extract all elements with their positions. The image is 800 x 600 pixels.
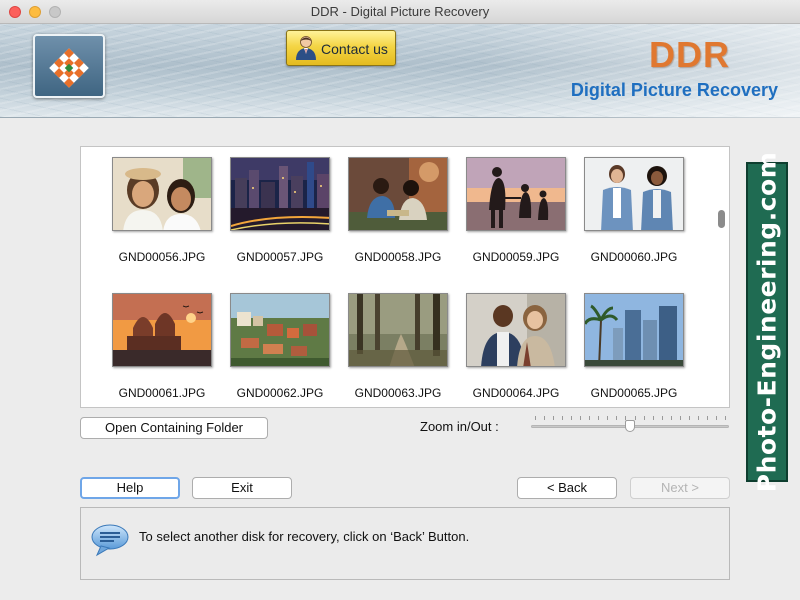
watermark-text: Photo-Engineering.com xyxy=(752,151,782,493)
zoom-slider-tick xyxy=(580,416,581,420)
zoom-slider[interactable] xyxy=(531,414,729,436)
zoom-slider-tick xyxy=(653,416,654,420)
thumbnail-gnd00062[interactable] xyxy=(230,293,330,367)
thumbnail-gnd00057[interactable] xyxy=(230,157,330,231)
thumbnail-gnd00058[interactable] xyxy=(348,157,448,231)
thumbnail-filename: GND00059.JPG xyxy=(472,250,560,264)
photo-city-night xyxy=(231,158,329,230)
zoom-slider-tick xyxy=(644,416,645,420)
zoom-slider-tick xyxy=(607,416,608,420)
thumbnail-filename: GND00061.JPG xyxy=(118,386,206,400)
zoom-slider-tick xyxy=(698,416,699,420)
zoom-slider-tick xyxy=(635,416,636,420)
photo-palace-sunset xyxy=(113,294,211,366)
zoom-slider-tick xyxy=(562,416,563,420)
header-banner: Contact us DDR Digital Picture Recovery xyxy=(0,24,800,118)
zoom-slider-tick xyxy=(544,416,545,420)
status-message: To select another disk for recovery, cli… xyxy=(139,529,470,544)
recovered-photos-gallery[interactable]: GND00056.JPG GND00057.JPG GND00058.JPG G… xyxy=(80,146,730,408)
thumbnail-gnd00059[interactable] xyxy=(466,157,566,231)
zoom-slider-tick xyxy=(671,416,672,420)
photo-two-women-denim xyxy=(585,158,683,230)
thumbnail-gnd00063[interactable] xyxy=(348,293,448,367)
watermark-banner: Photo-Engineering.com xyxy=(746,152,788,492)
zoom-slider-tick xyxy=(689,416,690,420)
zoom-label: Zoom in/Out : xyxy=(420,419,499,434)
photo-smiling-couple xyxy=(467,294,565,366)
help-button[interactable]: Help xyxy=(80,477,180,499)
photo-old-town-landscape xyxy=(231,294,329,366)
zoom-slider-tick xyxy=(725,416,726,420)
checker-diamond-icon xyxy=(49,48,89,88)
zoom-slider-tick xyxy=(589,416,590,420)
thumbnail-gnd00060[interactable] xyxy=(584,157,684,231)
thumbnail-filename: GND00057.JPG xyxy=(236,250,324,264)
thumbnail-filename: GND00062.JPG xyxy=(236,386,324,400)
exit-button[interactable]: Exit xyxy=(192,477,292,499)
next-button: Next > xyxy=(630,477,730,499)
zoom-slider-tick xyxy=(553,416,554,420)
zoom-slider-tick xyxy=(680,416,681,420)
zoom-slider-tick xyxy=(707,416,708,420)
zoom-slider-tick xyxy=(535,416,536,420)
thumbnail-filename: GND00065.JPG xyxy=(590,386,678,400)
open-containing-folder-button[interactable]: Open Containing Folder xyxy=(80,417,268,439)
status-panel: To select another disk for recovery, cli… xyxy=(80,507,730,580)
person-icon xyxy=(296,36,316,60)
thumbnail-gnd00064[interactable] xyxy=(466,293,566,367)
photo-sunset-family-silhouette xyxy=(467,158,565,230)
photo-two-women-selfie xyxy=(113,158,211,230)
contact-us-button[interactable]: Contact us xyxy=(286,30,396,66)
brand-logo: DDR xyxy=(649,34,730,75)
speech-bubble-icon xyxy=(91,524,129,557)
photo-skyscrapers-palms xyxy=(585,294,683,366)
thumbnail-filename: GND00060.JPG xyxy=(590,250,678,264)
thumbnail-gnd00056[interactable] xyxy=(112,157,212,231)
photo-couple-picnic xyxy=(349,158,447,230)
zoom-slider-tick xyxy=(716,416,717,420)
app-logo xyxy=(33,34,105,98)
thumbnail-filename: GND00063.JPG xyxy=(354,386,442,400)
window-title: DDR - Digital Picture Recovery xyxy=(310,4,490,19)
title-bar: DDR - Digital Picture Recovery xyxy=(0,0,800,24)
contact-us-label: Contact us xyxy=(321,41,388,57)
zoom-slider-tick xyxy=(616,416,617,420)
back-button[interactable]: < Back xyxy=(517,477,617,499)
zoom-slider-tick xyxy=(598,416,599,420)
zoom-slider-tick xyxy=(571,416,572,420)
thumbnail-filename: GND00058.JPG xyxy=(354,250,442,264)
thumbnail-gnd00065[interactable] xyxy=(584,293,684,367)
photo-forest-path xyxy=(349,294,447,366)
zoom-slider-tick xyxy=(662,416,663,420)
product-subtitle: Digital Picture Recovery xyxy=(570,80,778,100)
zoom-slider-knob[interactable] xyxy=(625,420,635,432)
gallery-scrollbar[interactable] xyxy=(718,210,725,228)
thumbnail-gnd00061[interactable] xyxy=(112,293,212,367)
thumbnail-filename: GND00064.JPG xyxy=(472,386,560,400)
thumbnail-filename: GND00056.JPG xyxy=(118,250,206,264)
